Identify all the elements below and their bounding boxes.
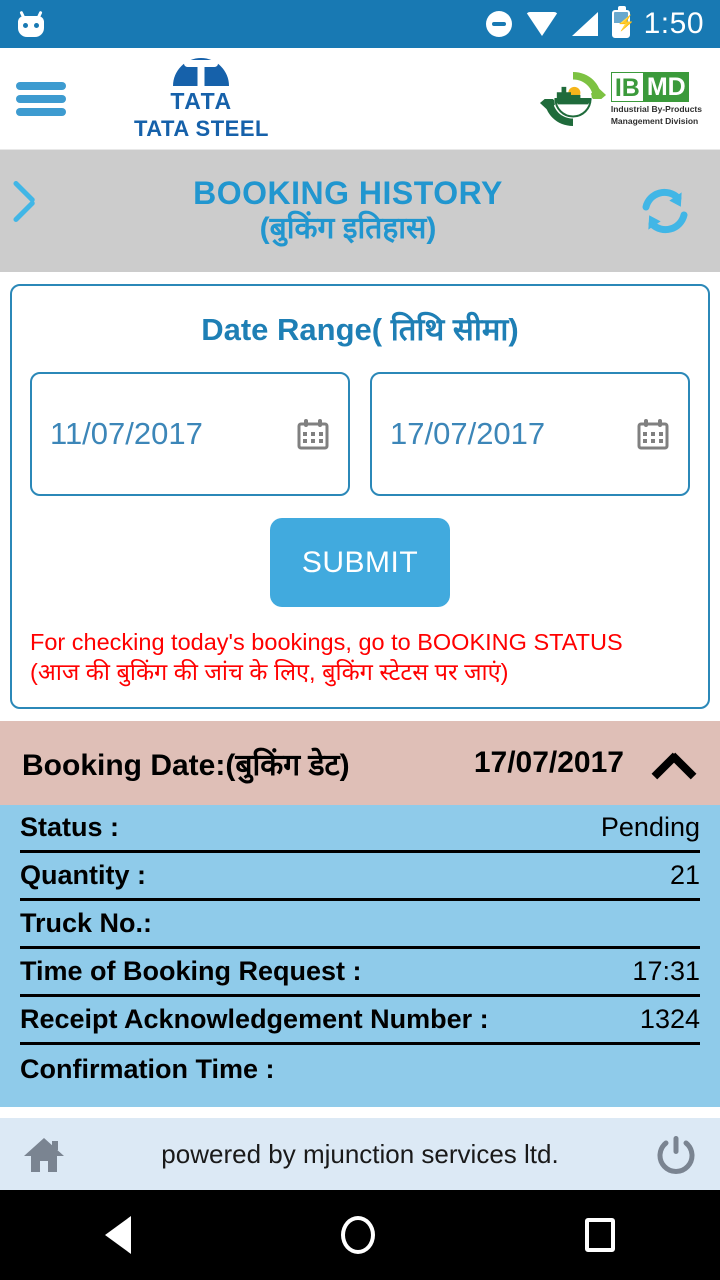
notice-line-1: For checking today's bookings, go to BOO…: [30, 629, 623, 655]
detail-value: 21: [669, 860, 700, 891]
detail-value: 17:31: [632, 956, 700, 987]
ibmd-logo: IB MD Industrial By-Products Management …: [539, 68, 702, 130]
to-date-value: 17/07/2017: [390, 416, 546, 451]
page-title-bar: BOOKING HISTORY (बुकिंग इतिहास): [0, 150, 720, 272]
submit-row: SUBMIT: [30, 518, 690, 607]
tata-steel-bold: TATA: [134, 115, 189, 141]
ibmd-subtitle-line2: Management Division: [610, 115, 699, 126]
back-chevron-icon[interactable]: [26, 184, 60, 238]
tata-steel-wordmark: TATA STEEL: [134, 115, 269, 141]
booking-date-header[interactable]: Booking Date:(बुकिंग डेट) 17/07/2017: [0, 721, 720, 806]
date-filter-card: Date Range( तिथि सीमा) 11/07/2017 17/07/…: [10, 284, 710, 710]
detail-key: Quantity :: [20, 860, 146, 891]
ibmd-ib-letters: IB: [610, 71, 644, 102]
detail-key: Confirmation Time :: [20, 1053, 275, 1084]
booking-status-notice: For checking today's bookings, go to BOO…: [30, 627, 690, 687]
table-row: Time of Booking Request : 17:31: [20, 949, 700, 998]
booking-date-value: 17/07/2017: [473, 746, 624, 780]
table-row: Status : Pending: [20, 805, 700, 854]
status-bar-clock: 1:50: [643, 7, 704, 40]
tata-logo-word: TATA: [170, 87, 233, 114]
detail-key: Receipt Acknowledgement Number :: [20, 1004, 489, 1035]
nav-recents-icon[interactable]: [585, 1218, 615, 1252]
calendar-icon: [297, 419, 329, 450]
ibmd-letters: IB MD: [610, 71, 702, 102]
page-title: BOOKING HISTORY (बुकिंग इतिहास): [60, 175, 636, 246]
battery-charging-icon: ⚡: [611, 6, 635, 38]
nav-back-icon[interactable]: [105, 1216, 131, 1254]
status-bar-left: [16, 10, 46, 37]
app-screen: ⚡ 1:50 TATA TATA STEEL IB MD Industrial …: [0, 0, 720, 1280]
date-range-row: 11/07/2017 17/07/2017: [30, 372, 690, 496]
footer-text: powered by mjunction services ltd.: [161, 1138, 559, 1169]
to-date-field[interactable]: 17/07/2017: [370, 372, 690, 496]
nav-home-icon[interactable]: [341, 1216, 375, 1254]
power-icon[interactable]: [654, 1132, 698, 1176]
booking-details-panel: Status : Pending Quantity : 21 Truck No.…: [0, 805, 720, 1108]
ibmd-text-block: IB MD Industrial By-Products Management …: [610, 71, 702, 126]
table-row: Receipt Acknowledgement Number : 1324: [20, 997, 700, 1046]
chevron-up-icon[interactable]: [650, 748, 698, 778]
wifi-icon: [525, 12, 558, 36]
detail-key: Time of Booking Request :: [20, 956, 362, 987]
hamburger-menu-icon[interactable]: [14, 78, 68, 120]
ibmd-md-letters: MD: [643, 71, 689, 102]
tata-steel-regular: STEEL: [188, 115, 269, 141]
status-bar-right: ⚡ 1:50: [485, 6, 704, 41]
detail-key: Status :: [20, 812, 120, 843]
page-title-hi: (बुकिंग इतिहास): [259, 212, 437, 246]
notice-line-2: (आज की बुकिंग की जांच के लिए, बुकिंग स्ट…: [30, 659, 509, 686]
tata-mark-icon: [173, 57, 230, 86]
android-nav-bar: [0, 1190, 720, 1280]
app-bar: TATA TATA STEEL IB MD Industrial By-Prod…: [0, 48, 720, 150]
refresh-icon[interactable]: [636, 182, 694, 240]
ibmd-subtitle-line1: Industrial By-Products: [610, 103, 702, 114]
from-date-value: 11/07/2017: [50, 416, 203, 451]
detail-key: Truck No.:: [20, 908, 153, 939]
booking-date-label: Booking Date:(बुकिंग डेट): [22, 748, 350, 782]
android-status-bar: ⚡ 1:50: [0, 0, 720, 48]
page-title-en: BOOKING HISTORY: [193, 175, 503, 212]
calendar-icon: [637, 419, 669, 450]
detail-value: 1324: [639, 1004, 700, 1035]
android-head-icon: [16, 10, 46, 37]
tata-steel-logo: TATA TATA STEEL: [134, 57, 269, 141]
date-range-heading: Date Range( तिथि सीमा): [201, 312, 519, 347]
table-row: Quantity : 21: [20, 853, 700, 902]
home-icon[interactable]: [22, 1132, 66, 1176]
table-row: Confirmation Time :: [20, 1045, 700, 1093]
signal-icon: [571, 12, 598, 36]
app-footer: powered by mjunction services ltd.: [0, 1118, 720, 1190]
ibmd-recycle-icon: [539, 71, 606, 126]
detail-value: Pending: [600, 812, 700, 843]
submit-button[interactable]: SUBMIT: [270, 518, 450, 607]
do-not-disturb-icon: [485, 11, 512, 37]
table-row: Truck No.:: [20, 901, 700, 950]
from-date-field[interactable]: 11/07/2017: [30, 372, 350, 496]
